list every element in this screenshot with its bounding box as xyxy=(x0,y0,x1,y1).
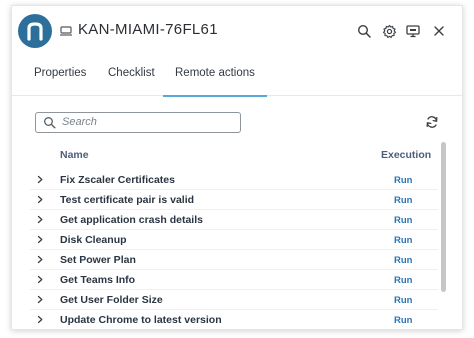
run-button[interactable]: Run xyxy=(394,255,412,266)
chevron-right-icon[interactable] xyxy=(36,275,44,284)
column-header-name[interactable]: Name xyxy=(60,149,89,161)
app-logo xyxy=(18,14,52,48)
action-name: Get Teams Info xyxy=(60,274,136,286)
action-row[interactable]: Test certificate pair is valid Run xyxy=(30,190,438,210)
settings-button[interactable] xyxy=(380,22,398,40)
run-button[interactable]: Run xyxy=(394,215,412,226)
action-row[interactable]: Get application crash details Run xyxy=(30,210,438,230)
search-box[interactable] xyxy=(35,112,241,133)
chevron-right-icon[interactable] xyxy=(36,215,44,224)
action-row[interactable]: Update Chrome to latest version Run xyxy=(30,310,438,329)
remote-screen-button[interactable] xyxy=(404,22,422,40)
run-button[interactable]: Run xyxy=(394,175,412,186)
logo-n-icon xyxy=(27,22,43,41)
tab-remote-actions[interactable]: Remote actions xyxy=(163,58,267,97)
chevron-right-icon[interactable] xyxy=(36,255,44,264)
tab-bar: Properties Checklist Remote actions xyxy=(12,58,462,97)
tab-checklist[interactable]: Checklist xyxy=(108,58,155,95)
search-button[interactable] xyxy=(355,22,373,40)
chevron-right-icon[interactable] xyxy=(36,235,44,244)
remote-screen-icon xyxy=(406,25,420,38)
action-row[interactable]: Disk Cleanup Run xyxy=(30,230,438,250)
refresh-icon[interactable] xyxy=(425,115,439,129)
run-button[interactable]: Run xyxy=(394,235,412,246)
action-row[interactable]: Fix Zscaler Certificates Run xyxy=(30,170,438,190)
close-icon xyxy=(434,26,444,36)
remote-actions-list: Fix Zscaler Certificates Run Test certific… xyxy=(30,170,438,329)
action-name: Disk Cleanup xyxy=(60,234,127,246)
chevron-right-icon[interactable] xyxy=(36,175,44,184)
action-name: Get User Folder Size xyxy=(60,294,163,306)
action-name: Test certificate pair is valid xyxy=(60,194,195,206)
chevron-right-icon[interactable] xyxy=(36,315,44,324)
run-button[interactable]: Run xyxy=(394,275,412,286)
desktop-icon xyxy=(60,26,72,36)
chevron-right-icon[interactable] xyxy=(36,195,44,204)
search-icon xyxy=(44,117,56,129)
action-name: Set Power Plan xyxy=(60,254,136,266)
gear-icon xyxy=(382,24,396,38)
run-button[interactable]: Run xyxy=(394,315,412,326)
action-name: Fix Zscaler Certificates xyxy=(60,174,175,186)
action-row[interactable]: Get User Folder Size Run xyxy=(30,290,438,310)
search-input[interactable] xyxy=(62,114,232,130)
action-row[interactable]: Set Power Plan Run xyxy=(30,250,438,270)
device-title: KAN-MIAMI-76FL61 xyxy=(78,21,218,38)
scrollbar[interactable] xyxy=(441,142,446,292)
column-header-execution: Execution xyxy=(381,149,432,161)
device-panel: KAN-MIAMI-76FL61 Properties Checklist Re… xyxy=(11,5,463,330)
panel-header: KAN-MIAMI-76FL61 xyxy=(12,6,462,58)
run-button[interactable]: Run xyxy=(394,295,412,306)
action-name: Update Chrome to latest version xyxy=(60,314,222,326)
action-row[interactable]: Get Teams Info Run xyxy=(30,270,438,290)
search-icon xyxy=(357,24,371,38)
close-button[interactable] xyxy=(430,22,448,40)
tab-properties[interactable]: Properties xyxy=(34,58,86,95)
chevron-right-icon[interactable] xyxy=(36,295,44,304)
action-name: Get application crash details xyxy=(60,214,203,226)
run-button[interactable]: Run xyxy=(394,195,412,206)
